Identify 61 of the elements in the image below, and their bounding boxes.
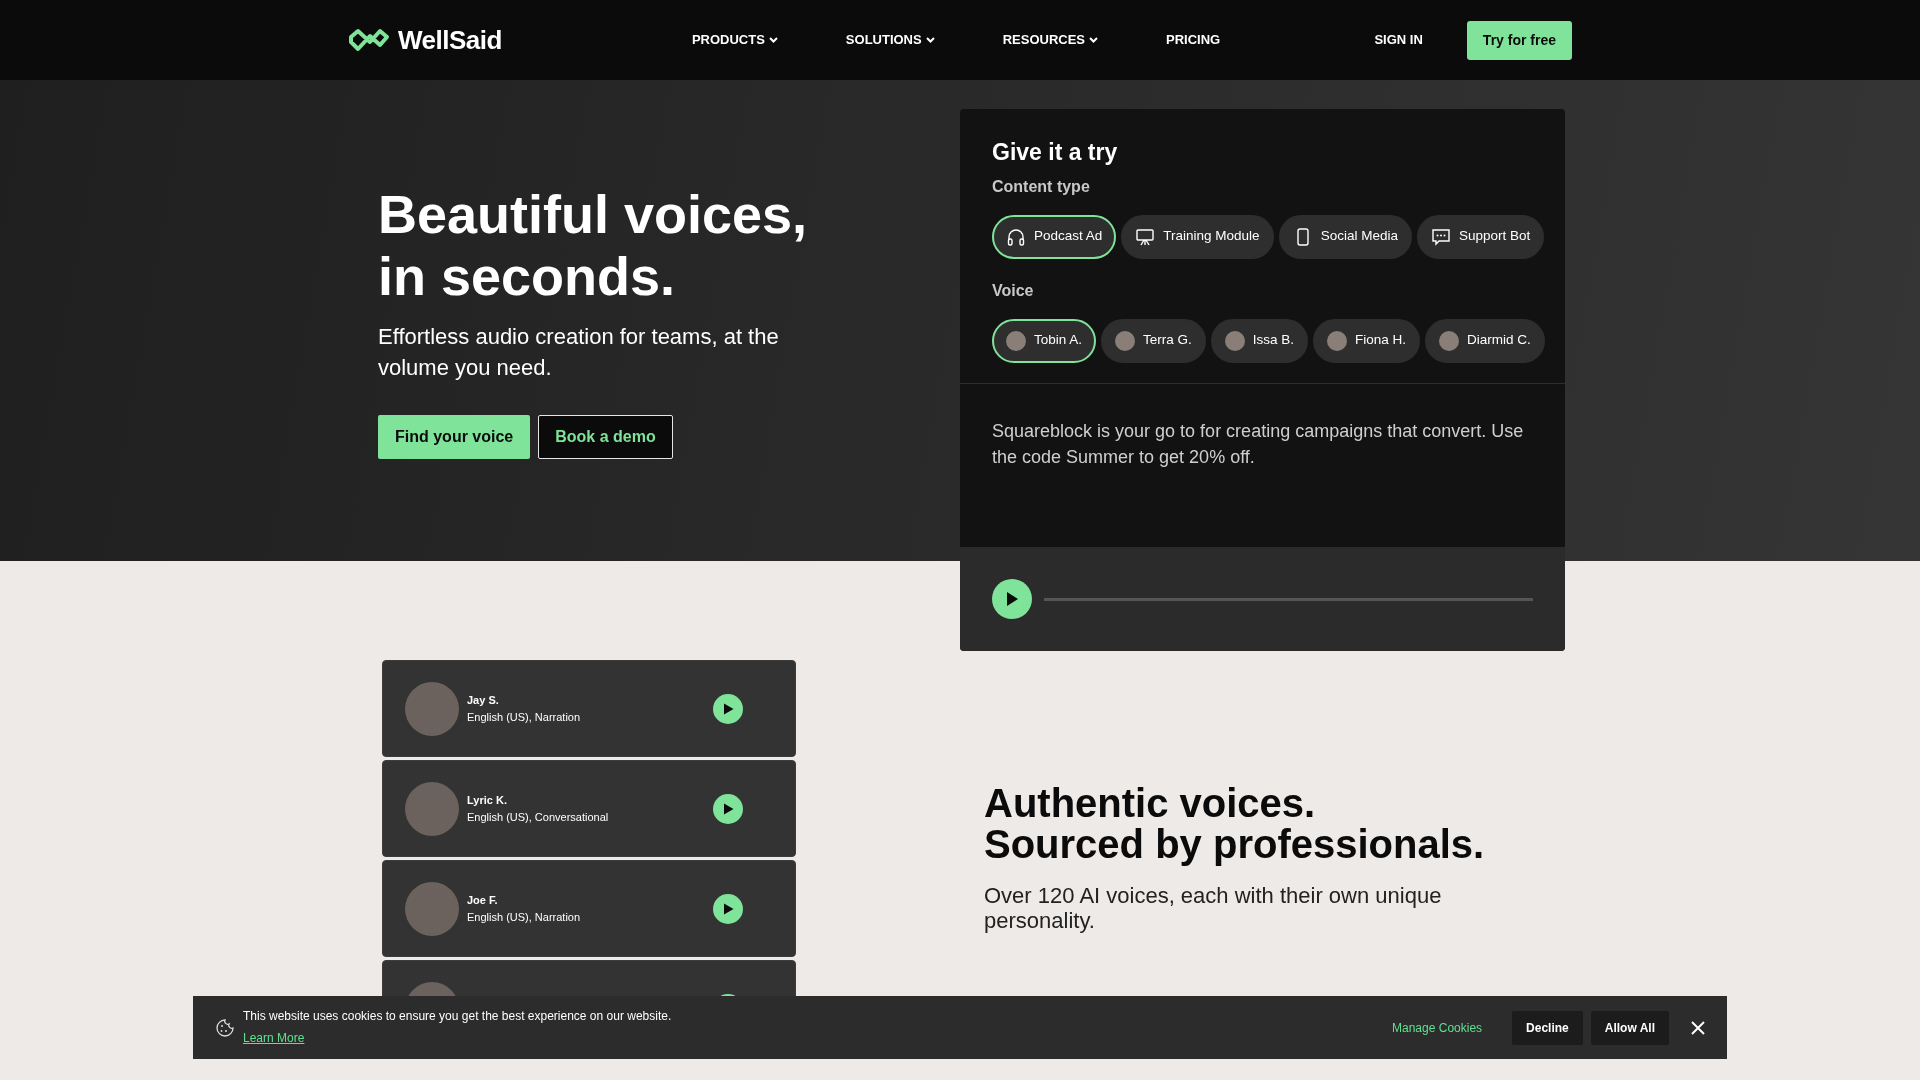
script-text: Squareblock is your go to for creating campaigns that convert. Use the code Summer to get 20% off.	[991, 419, 1525, 469]
section-label: Content type	[992, 176, 1091, 197]
play-icon	[1005, 591, 1019, 607]
avatar-placeholder	[1327, 330, 1348, 351]
nav-link[interactable]: PRICING	[1166, 30, 1221, 50]
voice-description: English (US), Conversational	[467, 809, 609, 825]
voice-description: English (US), Narration	[467, 909, 581, 925]
section-text: Over 120 AI voices, each with their own unique personality.	[984, 883, 1443, 933]
content-type-chip[interactable]: Podcast Ad	[992, 214, 1117, 259]
play-icon	[722, 702, 734, 715]
play-icon	[722, 802, 734, 815]
play-icon	[722, 902, 734, 915]
logo-text: WellSaid	[398, 23, 502, 57]
section-label: Voice	[992, 280, 1035, 301]
decline-button[interactable]: Decline	[1512, 1010, 1583, 1045]
voice-name: Joe F.	[467, 893, 499, 908]
nav-link[interactable]: SOLUTIONS	[845, 30, 935, 50]
nav-link[interactable]: RESOURCES	[1002, 30, 1099, 50]
content-type-chip[interactable]: Support Bot	[1416, 214, 1545, 259]
avatar-placeholder	[405, 881, 459, 936]
try-for-free-button[interactable]: Try for free	[1466, 20, 1572, 60]
chat-bubble-icon	[1430, 226, 1451, 247]
avatar-placeholder	[1006, 330, 1026, 351]
voice-chip[interactable]: Diarmid C.	[1425, 318, 1545, 363]
cookie-icon	[215, 1017, 235, 1038]
cookie-message: This website uses cookies to ensure you get the best experience on our website.	[243, 1007, 672, 1025]
progress-track[interactable]	[1044, 597, 1533, 601]
avatar-placeholder	[1224, 330, 1245, 351]
content-type-chip[interactable]: Social Media	[1278, 214, 1412, 259]
section-heading: Authentic voices. Sourced by professionals.	[984, 783, 1485, 865]
avatar-placeholder	[1439, 330, 1460, 351]
hero-subtitle: Effortless audio creation for teams, at the volume you need.	[378, 323, 780, 382]
play-button[interactable]	[713, 893, 743, 924]
hero-heading: Beautiful voices, in seconds.	[378, 183, 809, 307]
manage-cookies-link[interactable]: Manage Cookies	[1386, 1017, 1489, 1038]
headphones-icon	[1006, 226, 1026, 247]
voice-chip[interactable]: Terra G.	[1101, 318, 1206, 363]
panel-title: Give it a try	[992, 139, 1119, 167]
voice-name: Jay S.	[467, 693, 500, 708]
find-voice-button[interactable]: Find your voice	[378, 415, 531, 459]
avatar-placeholder	[405, 681, 459, 736]
play-button[interactable]	[713, 793, 743, 824]
voice-chip[interactable]: Tobin A.	[992, 318, 1097, 363]
avatar-placeholder	[1115, 330, 1136, 351]
presentation-board-icon	[1135, 226, 1156, 247]
voice-name: Lyric K.	[467, 793, 508, 808]
voice-description: English (US), Narration	[467, 709, 581, 725]
voice-chip[interactable]: Fiona H.	[1313, 318, 1421, 363]
voice-chip[interactable]: Issa B.	[1210, 318, 1309, 363]
avatar-placeholder	[405, 781, 459, 836]
content-type-chip[interactable]: Training Module	[1121, 214, 1274, 259]
logo-icon	[348, 28, 390, 52]
play-button[interactable]	[713, 693, 743, 724]
book-demo-button[interactable]: Book a demo	[538, 415, 673, 459]
close-icon	[1691, 1020, 1705, 1035]
allow-all-button[interactable]: Allow All	[1590, 1010, 1669, 1045]
close-button[interactable]	[1691, 1020, 1705, 1035]
sign-in-link[interactable]: SIGN IN	[1374, 30, 1423, 50]
nav-link[interactable]: PRODUCTS	[691, 30, 778, 50]
play-button[interactable]	[992, 579, 1032, 619]
learn-more-link[interactable]: Learn More	[243, 1030, 305, 1045]
